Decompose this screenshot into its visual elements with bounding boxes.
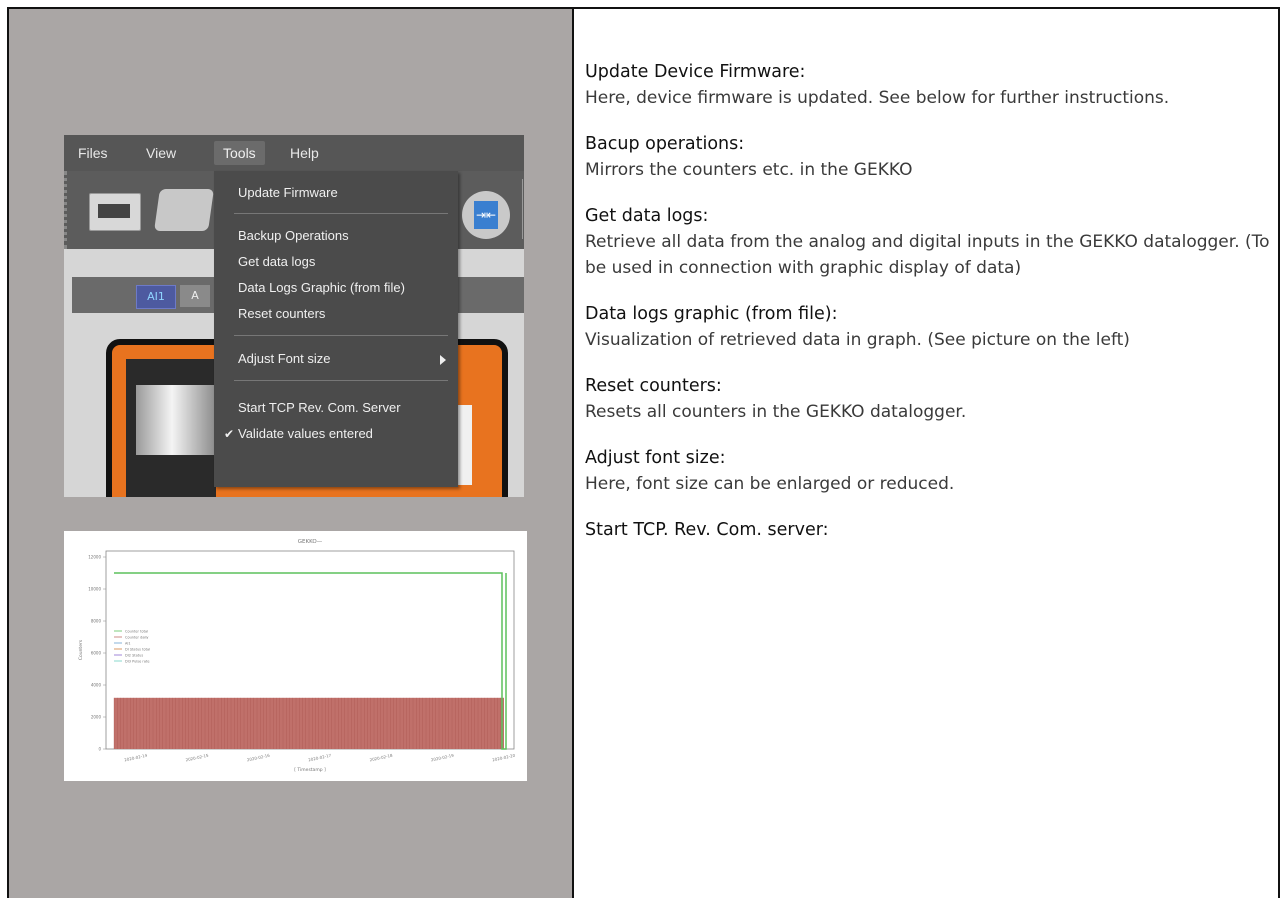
- menu-item-update-firmware[interactable]: Update Firmware: [238, 185, 338, 200]
- menu-view[interactable]: View: [146, 145, 176, 161]
- x-axis-label: [ Timestamp ]: [294, 767, 326, 773]
- document-table: Files View Tools Help ⇥⇤ AI1 A Update Fi…: [7, 7, 1280, 898]
- legend-label: Counter total: [125, 630, 148, 634]
- y-tick-label: 4000: [91, 683, 102, 688]
- x-tick-label: 2020-02-20: [492, 753, 516, 763]
- section-heading: Data logs graphic (from file):: [585, 304, 838, 324]
- section-heading: Reset counters:: [585, 376, 722, 396]
- menu-tools[interactable]: Tools: [214, 141, 265, 165]
- toolbar-divider: [522, 179, 523, 239]
- section-reset-counters: Reset counters: Resets all counters in t…: [585, 373, 1285, 425]
- menu-help[interactable]: Help: [290, 145, 319, 161]
- x-tick-label: 2020-02-15: [185, 753, 209, 763]
- section-body: Here, font size can be enlarged or reduc…: [585, 474, 955, 494]
- chart-svg: GEKKO— 12000 10000 8000 6000 4000 2000 0 2020-02…: [78, 539, 516, 773]
- check-icon: ✔: [224, 427, 235, 441]
- section-heading: Bacup operations:: [585, 134, 745, 154]
- x-tick-label: 2020-02-18: [369, 753, 393, 763]
- menu-item-reset-counters[interactable]: Reset counters: [238, 306, 325, 321]
- menu-bar: Files View Tools Help: [64, 135, 524, 171]
- y-tick-label: 12000: [88, 555, 101, 560]
- menu-item-get-data-logs[interactable]: Get data logs: [238, 254, 315, 269]
- y-tick-label: 2000: [91, 715, 102, 720]
- y-tick-label: 10000: [88, 587, 101, 592]
- section-adjust-font-size: Adjust font size: Here, font size can be…: [585, 445, 1285, 497]
- device-icon-secondary[interactable]: [154, 189, 214, 231]
- legend-label: DI Status total: [125, 648, 150, 652]
- menu-separator: [234, 335, 448, 336]
- menu-item-backup-operations[interactable]: Backup Operations: [238, 228, 349, 243]
- left-image-cell: Files View Tools Help ⇥⇤ AI1 A Update Fi…: [9, 9, 574, 898]
- y-tick-label: 6000: [91, 651, 102, 656]
- app-menu-screenshot: Files View Tools Help ⇥⇤ AI1 A Update Fi…: [64, 135, 524, 497]
- menu-item-start-tcp-server[interactable]: Start TCP Rev. Com. Server: [238, 400, 401, 415]
- y-axis-label: Counters: [78, 639, 84, 660]
- section-heading: Get data logs:: [585, 206, 709, 226]
- section-body: Visualization of retrieved data in graph…: [585, 330, 1130, 350]
- legend-label: Counter daily: [125, 636, 148, 640]
- section-heading: Adjust font size:: [585, 448, 726, 468]
- tab-ai1[interactable]: AI1: [136, 285, 176, 309]
- menu-separator: [234, 380, 448, 381]
- section-heading: Update Device Firmware:: [585, 62, 806, 82]
- section-heading: Start TCP. Rev. Com. server:: [585, 520, 829, 540]
- tools-dropdown-menu: Update Firmware Backup Operations Get da…: [214, 171, 458, 487]
- chart-title: GEKKO—: [298, 539, 323, 545]
- y-tick-label: 8000: [91, 619, 102, 624]
- description-sections: Update Device Firmware: Here, device fir…: [585, 59, 1285, 563]
- legend-label: DI3 Pulse rate: [125, 660, 150, 664]
- x-tick-label: 2020-02-17: [308, 753, 332, 763]
- section-backup-operations: Bacup operations: Mirrors the counters e…: [585, 131, 1285, 183]
- tab-a[interactable]: A: [180, 285, 210, 307]
- section-body: Retrieve all data from the analog and di…: [585, 232, 1270, 278]
- x-tick-label: 2020-02-16: [246, 753, 270, 763]
- right-text-cell: Update Device Firmware: Here, device fir…: [574, 9, 1278, 898]
- legend-label: AI1: [125, 642, 131, 646]
- menu-files[interactable]: Files: [78, 145, 108, 161]
- section-data-logs-graphic: Data logs graphic (from file): Visualiza…: [585, 301, 1285, 353]
- split-view-glyph: ⇥⇤: [474, 201, 498, 229]
- submenu-arrow-icon: [440, 355, 446, 365]
- menu-separator: [234, 213, 448, 214]
- section-get-data-logs: Get data logs: Retrieve all data from th…: [585, 203, 1285, 281]
- section-body: Here, device firmware is updated. See be…: [585, 88, 1170, 108]
- x-tick-label: 2020-02-14: [124, 753, 148, 763]
- legend-label: DI2 Status: [125, 654, 143, 658]
- section-body: Resets all counters in the GEKKO datalog…: [585, 402, 967, 422]
- y-tick-label: 0: [98, 747, 101, 752]
- menu-item-adjust-font-size[interactable]: Adjust Font size: [238, 351, 331, 366]
- section-body: Mirrors the counters etc. in the GEKKO: [585, 160, 913, 180]
- device-graphic-cylinder: [136, 385, 216, 455]
- split-view-icon[interactable]: ⇥⇤: [462, 191, 510, 239]
- device-icon[interactable]: [89, 193, 141, 231]
- data-log-chart: GEKKO— 12000 10000 8000 6000 4000 2000 0 2020-02…: [64, 531, 527, 781]
- menu-item-data-logs-graphic[interactable]: Data Logs Graphic (from file): [238, 280, 405, 295]
- menu-item-validate-values[interactable]: Validate values entered: [238, 426, 373, 441]
- x-tick-label: 2020-02-19: [430, 753, 454, 763]
- section-update-firmware: Update Device Firmware: Here, device fir…: [585, 59, 1285, 111]
- section-start-tcp-server: Start TCP. Rev. Com. server:: [585, 517, 1285, 543]
